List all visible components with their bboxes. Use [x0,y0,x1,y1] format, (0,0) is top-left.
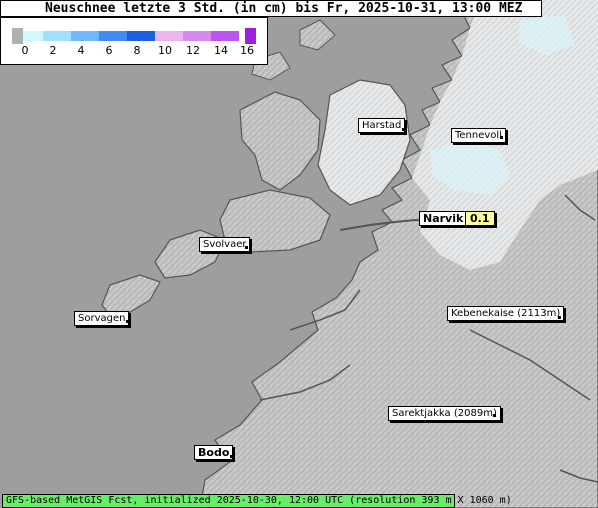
snow-value-narvik: 0.1 [465,211,495,226]
legend-tick: 0 [21,44,29,57]
legend-swatch-1 [23,31,43,41]
place-marker [230,455,233,458]
weather-map: Neuschnee letzte 3 Std. (in cm) bis Fr, … [0,0,598,508]
legend-tick: 12 [186,44,200,57]
place-label-bodo: Bodo [194,445,234,460]
legend-swatch-max [245,28,256,44]
legend-swatch-6 [155,31,183,41]
place-label-sarektjakka: Sarektjakka (2089m) [388,406,501,421]
legend-tick: 6 [105,44,113,57]
legend-tick: 4 [77,44,85,57]
forecast-info-footer: GFS-based MetGIS Fcst, initialized 2025-… [2,494,512,508]
place-label-sorvagen: Sorvagen [74,311,130,326]
color-legend: 0 2 4 6 8 10 12 14 16 [0,17,268,65]
place-label-tennevoll: Tennevoll [451,128,506,143]
legend-tick: 16 [240,44,254,57]
legend-swatch-8 [211,31,239,41]
legend-tick: 14 [214,44,228,57]
legend-swatch-3 [71,31,99,41]
legend-tick: 10 [158,44,172,57]
legend-scale-bar [12,28,256,44]
place-marker [402,128,405,131]
place-label-svolvaer: Svolvaer [199,237,251,252]
legend-tick: 8 [133,44,141,57]
legend-swatch-5 [127,31,155,41]
legend-swatch-none [12,28,23,44]
terrain-map [0,0,598,508]
legend-swatch-2 [43,31,71,41]
place-marker [126,320,129,323]
place-marker [493,414,496,417]
legend-swatch-4 [99,31,127,41]
place-label-narvik: Narvik [419,211,468,226]
place-marker [558,316,561,319]
place-marker [500,136,503,139]
map-title: Neuschnee letzte 3 Std. (in cm) bis Fr, … [0,0,542,17]
place-label-harstad: Harstad [358,118,406,133]
place-marker [245,246,248,249]
place-label-kebenekaise: Kebenekaise (2113m) [447,306,565,321]
legend-swatch-7 [183,31,211,41]
legend-tick: 2 [49,44,57,57]
